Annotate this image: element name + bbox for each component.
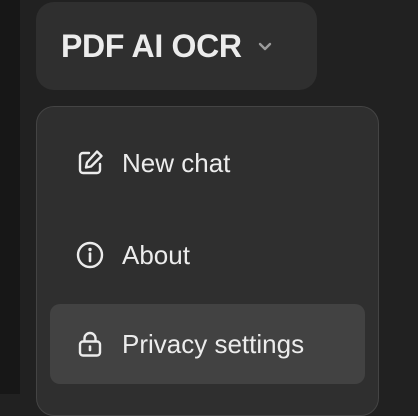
info-icon [74,239,106,271]
menu-item-label: New chat [122,147,231,178]
menu-item-privacy-settings[interactable]: Privacy settings [50,304,365,384]
menu-item-new-chat[interactable]: New chat [50,123,365,203]
chevron-down-icon [254,35,276,57]
menu-item-label: About [122,239,190,270]
menu-item-label: Privacy settings [122,328,305,359]
gpt-dropdown-menu: New chat About Privacy settings [36,106,379,416]
edit-icon [74,147,106,179]
menu-item-about[interactable]: About [50,215,365,295]
sidebar-edge [0,0,20,394]
lock-icon [74,328,106,360]
gpt-title: PDF AI OCR [61,27,242,64]
gpt-selector-button[interactable]: PDF AI OCR [36,2,317,90]
